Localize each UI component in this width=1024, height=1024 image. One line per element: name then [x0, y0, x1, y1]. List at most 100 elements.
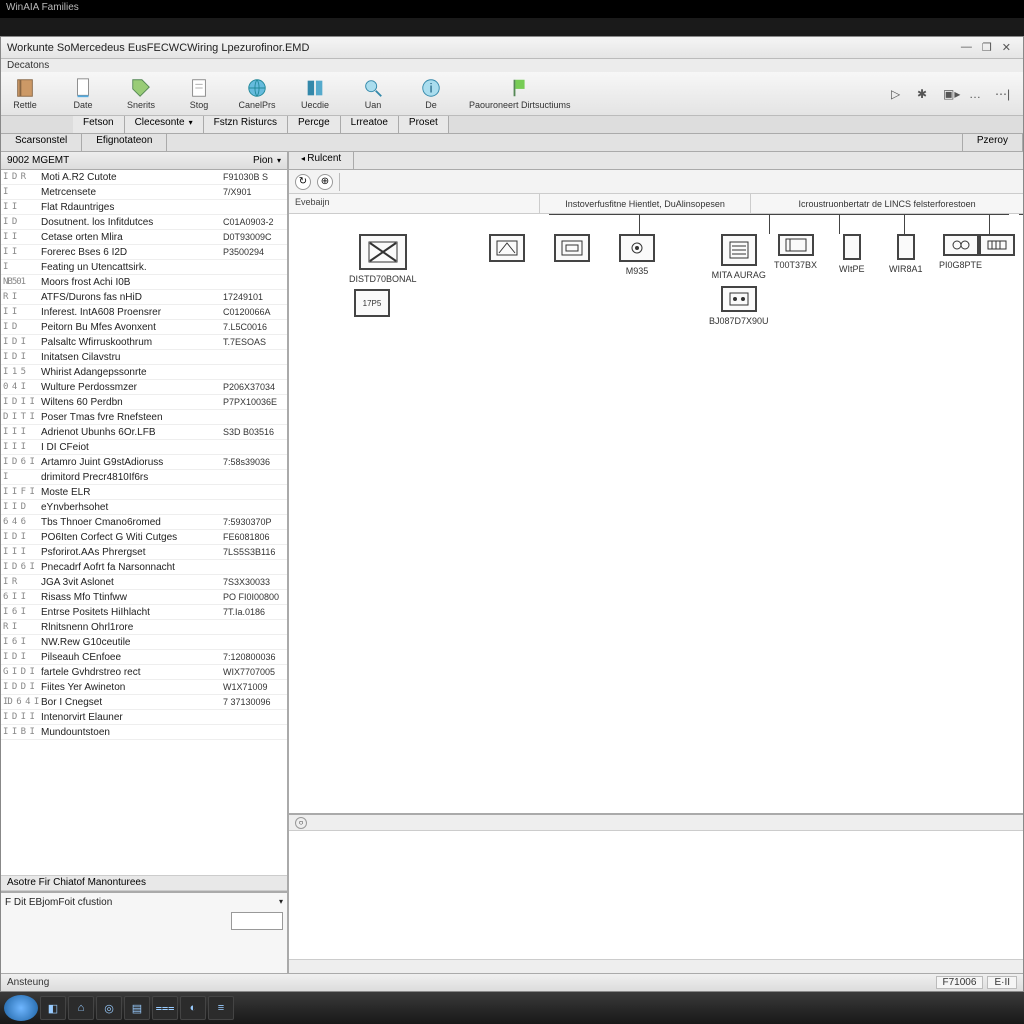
chevron-down-icon[interactable]: ▾ — [277, 156, 281, 165]
zoom-icon[interactable]: ⊕ — [317, 174, 333, 190]
detail-input[interactable] — [231, 912, 283, 930]
tree-expander[interactable]: I — [3, 262, 41, 272]
diagram-canvas[interactable]: DISTD70BONAL 17P5 M935 — [289, 214, 1023, 813]
nav-end-icon[interactable]: ⋯| — [995, 87, 1009, 101]
tab-2[interactable]: Fstzn Risturcs — [204, 116, 288, 133]
tab-1[interactable]: Clecesonte▾ — [125, 116, 204, 133]
nav-more-icon[interactable]: … — [969, 87, 983, 101]
tree-expander[interactable]: I R — [3, 577, 41, 587]
horizontal-scrollbar[interactable] — [289, 959, 1023, 973]
nav-export-icon[interactable]: ▣▸ — [943, 87, 957, 101]
tree-expander[interactable]: I D I I — [3, 397, 41, 407]
tree-row[interactable]: IMetrcensete7/X901 — [1, 185, 287, 200]
tree-row[interactable]: G I D Ifartele Gvhdrstreo rectWIX7707005 — [1, 665, 287, 680]
expand-icon[interactable]: ○ — [295, 817, 307, 829]
tree-row[interactable]: R IATFS/Durons fas nHiD17249101 — [1, 290, 287, 305]
tree-expander[interactable]: NB501 — [3, 277, 41, 287]
tree-expander[interactable]: I D I — [3, 532, 41, 542]
taskbar[interactable]: ◧⌂◎▤⩶◐≡ — [0, 992, 1024, 1024]
subtab-left[interactable]: Scarsonstel — [1, 134, 82, 151]
minimize-button[interactable]: — — [961, 41, 972, 54]
tree-row[interactable]: I I F IMoste ELR — [1, 485, 287, 500]
tree-expander[interactable]: I — [3, 472, 41, 482]
tree-expander[interactable]: R I — [3, 622, 41, 632]
tree-row[interactable]: I 1 5Whirist Adangepssonrte — [1, 365, 287, 380]
diagram-node-main[interactable]: DISTD70BONAL — [349, 234, 417, 284]
output-panel-body[interactable] — [289, 831, 1023, 959]
tree-expander[interactable]: R I — [3, 292, 41, 302]
tree-expander[interactable]: 6 4 6 — [3, 517, 41, 527]
tree-expander[interactable]: I I I — [3, 547, 41, 557]
tree-row[interactable]: 6 4 6Tbs Thnoer Cmano6romed7:5930370P — [1, 515, 287, 530]
tree-expander[interactable]: I I — [3, 247, 41, 257]
tree-expander[interactable]: I D 6 I — [3, 457, 41, 467]
tree-row[interactable]: D I T IPoser Tmas fvre Rnefsteen — [1, 410, 287, 425]
tree-expander[interactable]: I D R — [3, 172, 41, 182]
toolbar-item-5[interactable]: Uecdie — [295, 77, 335, 110]
tree-row[interactable]: I I II DI CFeiot — [1, 440, 287, 455]
tree-expander[interactable]: I — [3, 187, 41, 197]
tree-row[interactable]: I I IAdrienot Ubunhs 6Or.LFBS3D B03516 — [1, 425, 287, 440]
taskbar-app-icon[interactable]: ≡ — [208, 996, 234, 1020]
tree-expander[interactable]: I I — [3, 232, 41, 242]
tree-row[interactable]: I IFlat Rdauntriges — [1, 200, 287, 215]
tree-expander[interactable]: I I I — [3, 427, 41, 437]
taskbar-app-icon[interactable]: ▤ — [124, 996, 150, 1020]
tab-3[interactable]: Percge — [288, 116, 341, 133]
taskbar-app-icon[interactable]: ◎ — [96, 996, 122, 1020]
tab-4[interactable]: Lrreatoe — [341, 116, 399, 133]
tree-row[interactable]: I D IPO6Iten Corfect G Witi CutgesFE6081… — [1, 530, 287, 545]
toolbar-item-2[interactable]: Snerits — [121, 77, 161, 110]
tree-row[interactable]: I 6 INW.Rew G10ceutile — [1, 635, 287, 650]
tree-row[interactable]: I D D IFiites Yer AwinetonW1X71009 — [1, 680, 287, 695]
diagram-node-8a[interactable]: PI0G8PTE — [939, 234, 982, 270]
toolbar-item-4[interactable]: CanelPrs — [237, 77, 277, 110]
tree-expander[interactable]: I I — [3, 307, 41, 317]
tree-row[interactable]: I I DeYnvberhsohet — [1, 500, 287, 515]
tree-expander[interactable]: I 6 I — [3, 637, 41, 647]
tree-row[interactable]: 0 4 IWulture PerdossmzerP206X37034 — [1, 380, 287, 395]
tree-expander[interactable]: I I I — [3, 442, 41, 452]
tree-row[interactable]: I D I IIntenorvirt Elauner — [1, 710, 287, 725]
tree-row[interactable]: I I IPsforirot.AAs Phrergset7LS5S3B116 — [1, 545, 287, 560]
tree-expander[interactable]: I D 6 I — [3, 562, 41, 572]
tree-row[interactable]: R IRlnitsnenn Ohrl1rore — [1, 620, 287, 635]
tree-row[interactable]: I ICetase orten MliraD0T93009C — [1, 230, 287, 245]
taskbar-app-icon[interactable]: ◧ — [40, 996, 66, 1020]
tree-expander[interactable]: ID 6 4 I — [3, 697, 41, 707]
window-titlebar[interactable]: Workunte SoMercedeus EusFECWCWiring Lpez… — [1, 37, 1023, 59]
tree-expander[interactable]: D I T I — [3, 412, 41, 422]
tree-row[interactable]: I I B IMundountstoen — [1, 725, 287, 740]
left-header-sort[interactable]: Pion — [253, 155, 273, 166]
diagram-node-6[interactable]: WItPE — [839, 234, 865, 274]
subtab-mid[interactable]: Efignotateon — [82, 134, 167, 151]
tree-expander[interactable]: I I D — [3, 502, 41, 512]
toolbar-item-0[interactable]: Rettle — [5, 77, 45, 110]
tree-expander[interactable]: I D I — [3, 352, 41, 362]
toolbar-item-1[interactable]: Date — [63, 77, 103, 110]
tree-row[interactable]: I IForerec Bses 6 I2DP3500294 — [1, 245, 287, 260]
nav-star-icon[interactable]: ✱ — [917, 87, 931, 101]
refresh-icon[interactable]: ↻ — [295, 174, 311, 190]
tree-expander[interactable]: I 1 5 — [3, 367, 41, 377]
tree-row[interactable]: I DDosutnent. los InfitdutcesC01A0903-2 — [1, 215, 287, 230]
tree-row[interactable]: I 6 IEntrse Positets HiIhlacht7T.Ia.0186 — [1, 605, 287, 620]
tree-row[interactable]: I IInferest. IntA608 ProensrerC0120066A — [1, 305, 287, 320]
tree-row[interactable]: I D 6 IArtamro Juint G9stAdioruss7:58s39… — [1, 455, 287, 470]
taskbar-app-icon[interactable]: ◐ — [180, 996, 206, 1020]
diagram-node-2[interactable] — [554, 234, 590, 262]
tree-expander[interactable]: I 6 I — [3, 607, 41, 617]
diagram-node-1[interactable] — [489, 234, 525, 262]
tree-expander[interactable]: 0 4 I — [3, 382, 41, 392]
nav-play-icon[interactable]: ▷ — [891, 87, 905, 101]
tree-row[interactable]: I D IPilseauh CEnfoee7:120800036 — [1, 650, 287, 665]
diagram-node-7[interactable]: WIR8A1 — [889, 234, 923, 274]
tree-row[interactable]: NB501Moors frost Achi I0B — [1, 275, 287, 290]
tree-expander[interactable]: G I D I — [3, 667, 41, 677]
tab-5[interactable]: Proset — [399, 116, 449, 133]
tree-row[interactable]: ID 6 4 IBor I Cnegset7 37130096 — [1, 695, 287, 710]
tree-expander[interactable]: I D I I — [3, 712, 41, 722]
tree-expander[interactable]: I I F I — [3, 487, 41, 497]
start-button[interactable] — [4, 995, 38, 1021]
tree-expander[interactable]: I D I — [3, 652, 41, 662]
